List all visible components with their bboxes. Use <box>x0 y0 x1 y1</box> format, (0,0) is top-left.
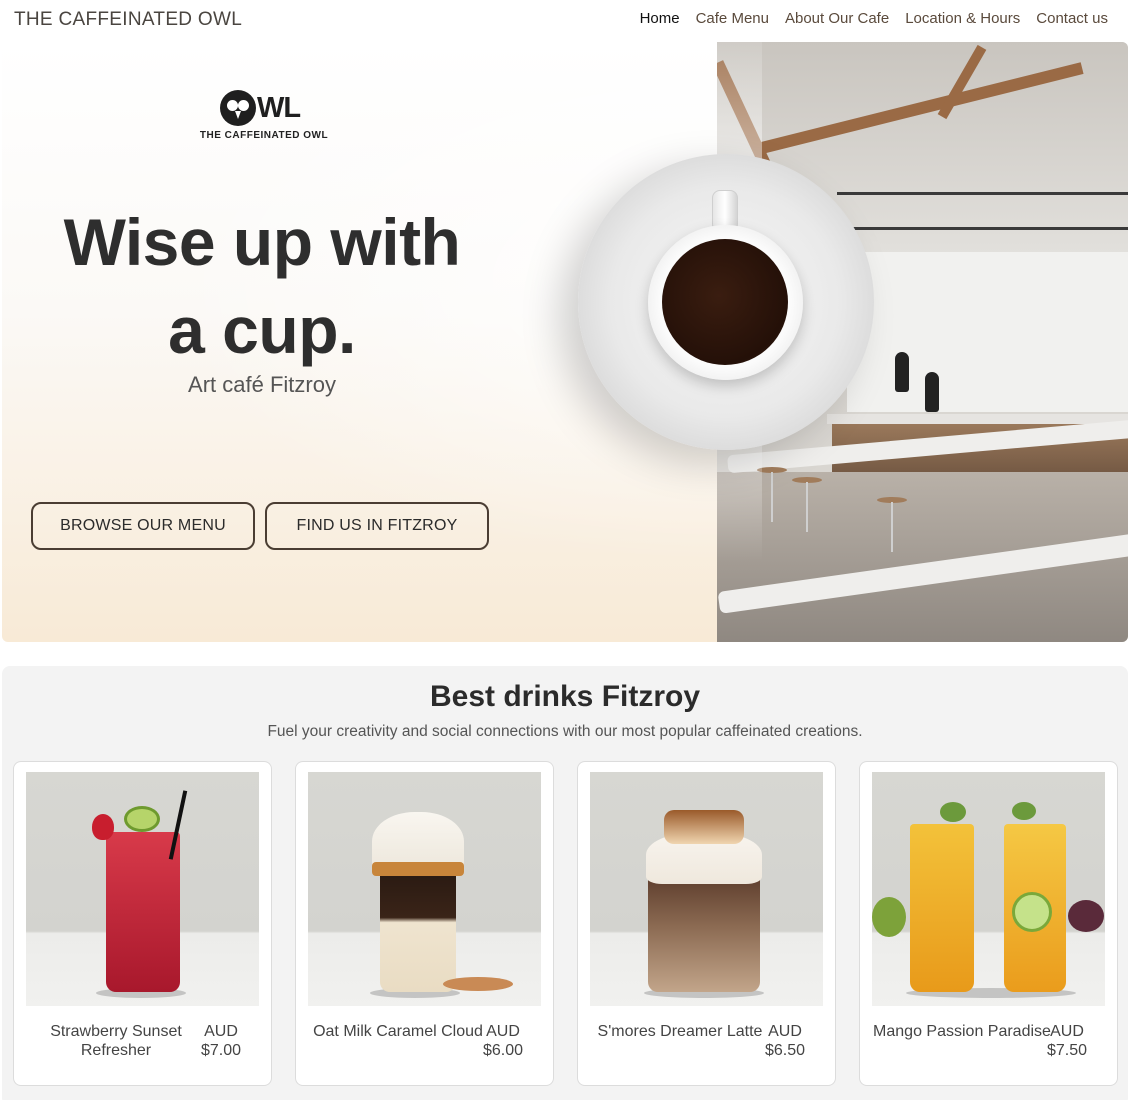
passionfruit <box>1068 900 1104 932</box>
nav-home[interactable]: Home <box>640 10 680 27</box>
drink-card-smores[interactable]: S'mores Dreamer Latte AUD $6.50 <box>577 761 836 1086</box>
drink-price: AUD $6.50 <box>761 1022 809 1060</box>
nav-location-hours[interactable]: Location & Hours <box>905 10 1020 27</box>
drink-price: AUD $7.00 <box>197 1022 245 1060</box>
logo-wordmark: WL <box>257 91 301 124</box>
drink-photo-strawberry <box>26 772 259 1006</box>
drink-card-strawberry[interactable]: Strawberry Sunset Refresher AUD $7.00 <box>13 761 272 1086</box>
mango-drink-glass <box>910 824 974 992</box>
ceiling-truss <box>817 227 1128 230</box>
top-navigation-bar: THE CAFFEINATED OWL Home Cafe Menu About… <box>0 0 1140 42</box>
price-currency: AUD <box>768 1023 802 1040</box>
section-title: Best drinks Fitzroy <box>429 680 701 713</box>
nav-contact[interactable]: Contact us <box>1036 10 1108 27</box>
stool-leg <box>806 482 808 532</box>
drink-name: Mango Passion Paradise <box>873 1023 1051 1040</box>
mint-garnish <box>1012 802 1036 820</box>
layered-latte-glass <box>380 872 456 992</box>
drink-card-caramel[interactable]: Oat Milk Caramel Cloud AUD $6.00 <box>295 761 554 1086</box>
owl-logo: WL THE CAFFEINATED OWL <box>194 90 334 144</box>
interior-counter-top <box>827 414 1128 424</box>
ceiling-truss <box>837 192 1128 195</box>
logo-subtitle: THE CAFFEINATED OWL <box>199 130 329 141</box>
lime-garnish <box>124 806 160 832</box>
mint-garnish <box>940 802 966 822</box>
hero-section: WL THE CAFFEINATED OWL Wise up with a cu… <box>2 42 1128 642</box>
drink-name: Strawberry Sunset Refresher <box>50 1023 182 1059</box>
brand-name[interactable]: THE CAFFEINATED OWL <box>14 9 242 31</box>
barista-figure <box>925 372 939 412</box>
nav-about[interactable]: About Our Cafe <box>785 10 889 27</box>
coffee-liquid <box>662 239 788 365</box>
logo-mark: WL <box>220 90 301 126</box>
stool-leg <box>771 472 773 522</box>
find-us-button[interactable]: FIND US IN FITZROY <box>265 502 489 550</box>
toasted-marshmallow <box>664 810 744 844</box>
caramel-drizzle <box>372 862 464 876</box>
barista-figure <box>895 352 909 392</box>
price-value: $7.00 <box>200 1042 242 1059</box>
drink-card-mango[interactable]: Mango Passion Paradise AUD $7.50 <box>859 761 1118 1086</box>
hero-subline: Art café Fitzroy <box>188 372 336 397</box>
drink-price: AUD $6.00 <box>479 1022 527 1060</box>
price-currency: AUD <box>486 1023 520 1040</box>
nav-cafe-menu[interactable]: Cafe Menu <box>696 10 769 27</box>
drink-photo-caramel <box>308 772 541 1006</box>
drink-price: AUD $7.50 <box>1043 1022 1091 1060</box>
stool-leg <box>891 502 893 552</box>
price-currency: AUD <box>1050 1023 1084 1040</box>
section-subtitle: Fuel your creativity and social connecti… <box>267 723 863 740</box>
price-value: $7.50 <box>1046 1042 1088 1059</box>
main-nav: Home Cafe Menu About Our Cafe Location &… <box>640 10 1108 27</box>
drink-name: Oat Milk Caramel Cloud <box>313 1023 483 1040</box>
drink-photo-mango <box>872 772 1105 1006</box>
drink-name: S'mores Dreamer Latte <box>597 1023 763 1040</box>
owl-logo-icon <box>220 90 256 126</box>
strawberry-garnish <box>92 814 114 840</box>
cinnamon-powder <box>443 977 513 991</box>
price-value: $6.00 <box>482 1042 524 1059</box>
lime-slice <box>1012 892 1052 932</box>
browse-menu-button[interactable]: BROWSE OUR MENU <box>31 502 255 550</box>
best-drinks-section: Best drinks Fitzroy Fuel your creativity… <box>2 666 1128 1100</box>
drink-photo-smores <box>590 772 823 1006</box>
mango-fruit <box>872 897 906 937</box>
price-currency: AUD <box>204 1023 238 1040</box>
interior-back-wall <box>847 252 1128 412</box>
hero-headline: Wise up with a cup. <box>63 205 461 367</box>
price-value: $6.50 <box>764 1042 806 1059</box>
mocha-glass <box>648 872 760 992</box>
